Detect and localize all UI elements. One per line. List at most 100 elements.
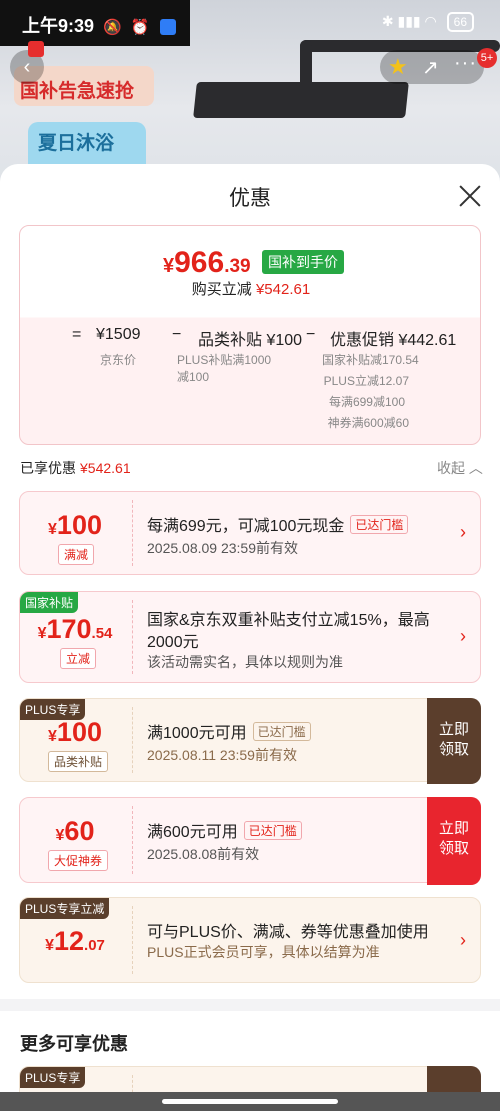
equals-sign: = [72,326,82,343]
coupon-currency: ¥ [48,521,57,538]
price-integer: 966 [174,246,225,279]
coupon-title: 每满699元，可减100元现金 已达门槛 [147,512,409,536]
coupon-value: ¥100 [20,717,130,748]
battery-icon: 66 [446,12,474,32]
status-time: 上午9:39 [22,16,95,36]
coupon-card-mega-coupon[interactable]: ¥60 大促神券 满600元可用 已达门槛 2025.08.08前有效 立即领取 [19,797,481,885]
coupon-expiry: 2025.08.08前有效 [147,846,260,862]
coupon-value: ¥170.54 [20,614,130,645]
minus-sign-2: − [306,326,316,343]
promo-discount: 优惠促销 ¥442.61 [330,332,457,349]
enjoyed-value: ¥542.61 [80,460,131,476]
coupon-title-text: 满1000元可用 [147,725,247,742]
coupon-card-national-subsidy[interactable]: 国家补贴 ¥170.54 立减 国家&京东双重补贴支付立减15%，最高 2000… [19,591,481,683]
discount-sheet: 优惠 ¥966.39 国补到手价 购买立减 ¥542.61 = ¥1509 − … [0,164,500,1111]
close-icon[interactable] [456,182,484,210]
coupon-card-plus-category[interactable]: PLUS专享 ¥100 品类补贴 满1000元可用 已达门槛 2025.08.11… [19,698,481,784]
claim-button[interactable]: 立即领取 [427,698,481,784]
reduce-value: ¥542.61 [255,281,311,298]
app-notification-icon-2 [28,41,44,58]
coupon-title: 满600元可用 已达门槛 [147,818,302,842]
coupon-card-full-reduction[interactable]: ¥100 满减 每满699元，可减100元现金 已达门槛 2025.08.09 2… [19,491,481,575]
coupon-card-plus-instant[interactable]: PLUS专享立减 ¥12.07 可与PLUS价、满减、券等优惠叠加使用 PLUS… [19,897,481,983]
divider [132,806,133,874]
share-icon[interactable]: ↗ [422,55,439,80]
coupon-category: 满减 [58,544,95,565]
minus-sign: − [172,326,182,343]
product-image [193,82,409,118]
coupon-title: 可与PLUS价、满减、券等优惠叠加使用 [147,924,429,941]
mute-icon: 🔕 [103,19,122,36]
collapse-toggle[interactable]: 收起 ︿ [437,458,483,478]
coupon-title-line2: 2000元 [147,634,199,651]
coupon-title: 满1000元可用 已达门槛 [147,719,311,743]
final-price: ¥966.39 [163,246,251,280]
base-price-label: 京东价 [100,353,137,367]
reduce-label: 购买立减 [191,281,252,298]
divider [132,500,133,566]
status-bar: 上午9:39 🔕 ⏰ ✱ ▮▮▮ ◠ 66 [0,0,500,58]
home-indicator [0,1092,500,1111]
plus-exclusive-tag: PLUS专享 [20,1067,86,1088]
coupon-amount: 170 [46,614,92,644]
home-indicator-line[interactable] [162,1099,338,1104]
coupon-decimal: .54 [91,625,113,642]
chevron-right-icon[interactable]: › [460,626,466,647]
claim-button[interactable]: 立即领取 [427,797,481,885]
coupon-category: 立减 [60,648,97,669]
chevron-left-icon: ‹ [23,56,31,78]
bluetooth-icon: ✱ [381,13,394,29]
promo-note-3: 每满699减100 [328,395,405,409]
notification-badge: 5+ [477,48,497,68]
divider [132,600,133,674]
more-icon[interactable]: ··· [454,52,477,75]
coupon-title-text: 每满699元，可减100元现金 [147,518,345,535]
divider [132,906,133,974]
plus-instant-tag: PLUS专享立减 [20,898,110,919]
threshold-badge: 已达门槛 [243,821,302,840]
chevron-right-icon[interactable]: › [460,930,466,951]
coupon-decimal: .07 [84,937,105,954]
coupon-amount: 12 [54,926,85,956]
threshold-badge: 已达门槛 [252,722,311,741]
top-actions: ★ ↗ ··· [380,50,484,84]
coupon-category: 品类补贴 [48,751,109,772]
coupon-title: 国家&京东双重补贴支付立减15%，最高 [147,612,430,629]
price-tag: 国补到手价 [262,250,344,274]
coupon-note: PLUS正式会员可享，具体以结算为准 [147,944,380,960]
price-summary: ¥966.39 国补到手价 购买立减 ¥542.61 = ¥1509 − 品类补… [19,225,481,445]
more-discounts-title: 更多可享优惠 [20,1034,128,1054]
coupon-title-text: 满600元可用 [147,824,238,841]
coupon-currency: ¥ [48,728,57,745]
coupon-amount: 100 [56,510,102,540]
coupon-category: 大促神券 [48,850,109,871]
category-subsidy-note: PLUS补贴满1000减100 [177,353,272,384]
coupon-value: ¥60 [20,816,130,847]
favorite-star-icon[interactable]: ★ [388,54,408,80]
app-notification-icon [160,19,177,36]
category-subsidy: 品类补贴 ¥100 [198,332,303,349]
coupon-value: ¥12.07 [20,926,130,957]
base-price: ¥1509 [96,326,141,343]
alarm-icon: ⏰ [130,19,150,36]
price-decimal: .39 [224,256,251,277]
promo-note-4: 神券满600减60 [327,416,409,430]
chevron-right-icon[interactable]: › [460,522,466,543]
summer-promo-text: 夏日沐浴 [38,133,115,154]
sheet-title: 优惠 [229,187,271,210]
enjoyed-label: 已享优惠 [20,460,76,476]
wifi-icon: ◠ [424,13,437,29]
section-gap [0,999,500,1011]
enjoyed-discount: 已享优惠 ¥542.61 [20,458,131,478]
coupon-amount: 60 [64,816,95,846]
promo-note-2: PLUS立减12.07 [323,374,409,388]
coupon-expiry: 2025.08.11 23:59前有效 [147,747,297,763]
coupon-amount: 100 [56,717,102,747]
national-subsidy-tag: 国家补贴 [20,592,79,613]
divider [132,707,133,773]
coupon-note: 该活动需实名，具体以规则为准 [147,654,343,670]
promo-note-1: 国家补贴减170.54 [322,353,419,367]
threshold-badge: 已达门槛 [350,515,409,534]
coupon-value: ¥100 [20,510,130,541]
price-currency: ¥ [163,255,175,277]
